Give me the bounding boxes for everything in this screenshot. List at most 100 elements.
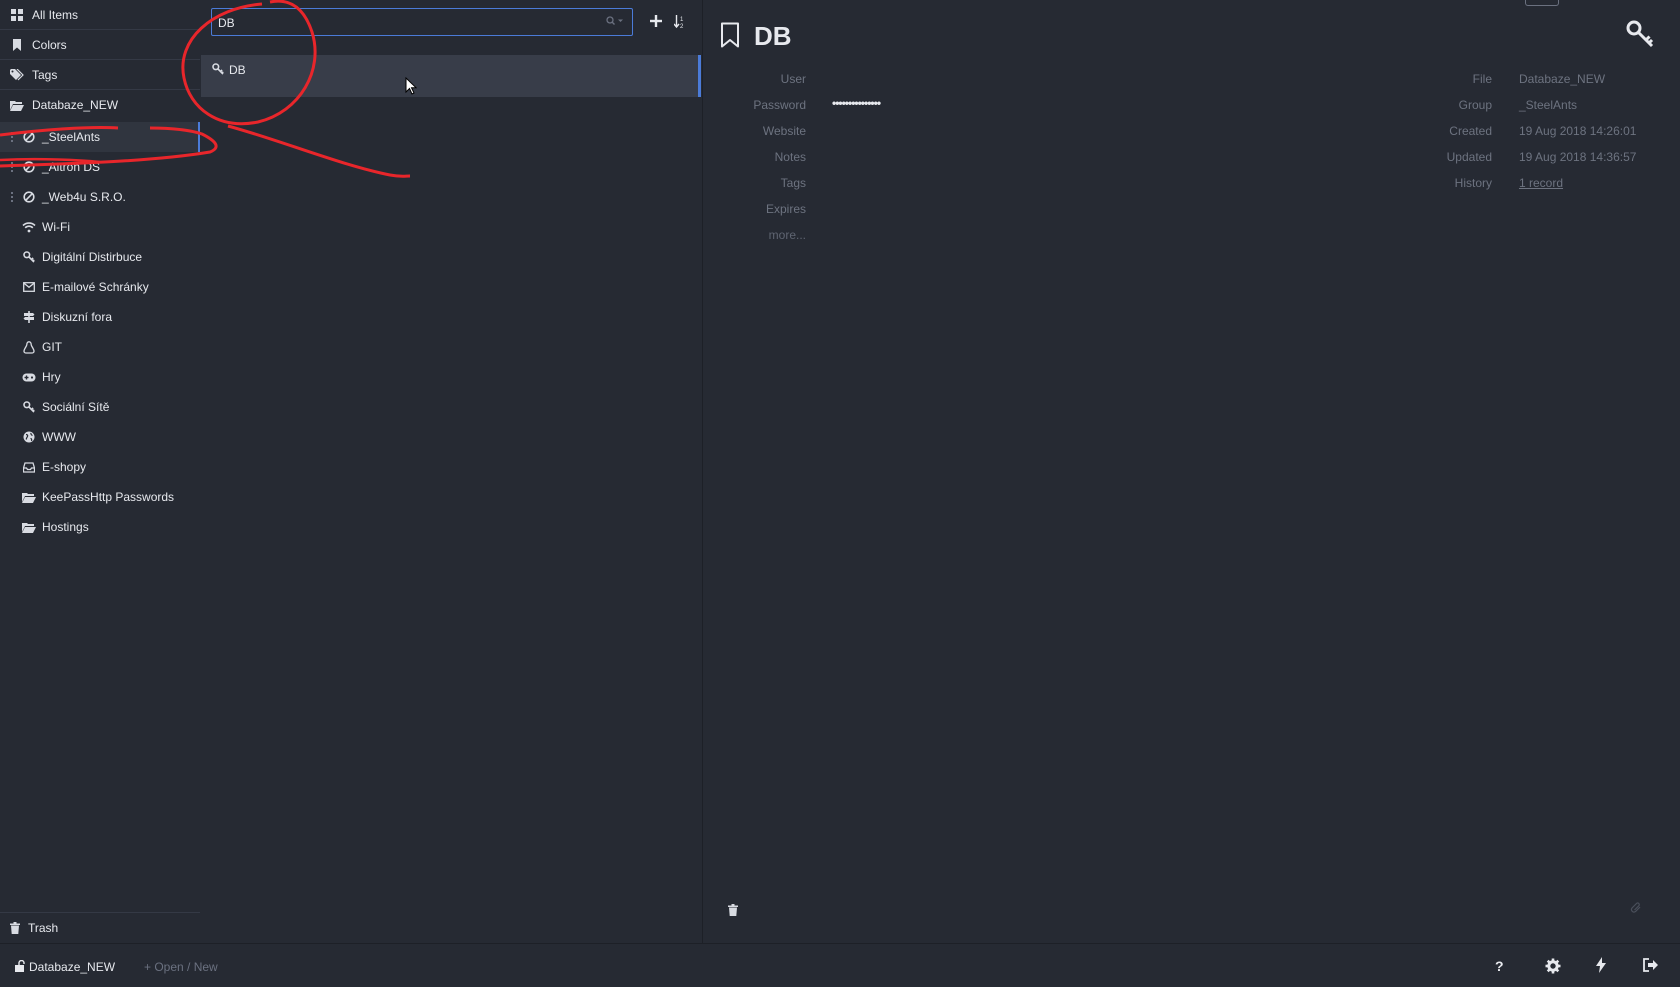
folder-open-icon [10,98,24,112]
unlock-icon [15,960,25,972]
sidebar-item-label: GIT [42,340,62,354]
signpost-icon [22,310,36,324]
more-fields-link[interactable]: more... [686,228,806,242]
sidebar-item-wifi[interactable]: Wi-Fi [0,212,200,242]
drag-handle-icon[interactable] [11,162,15,172]
bookmark-icon[interactable] [720,22,740,48]
key-icon[interactable] [1626,20,1654,48]
entry-list-panel [201,0,703,943]
field-history-link[interactable]: 1 record [1519,176,1563,190]
folder-open-icon [22,490,36,504]
field-password-value[interactable]: ••••••••••••••• [832,96,881,110]
plus-icon: + [144,960,155,974]
sidebar-item-all-items[interactable]: All Items [0,0,200,30]
mouse-cursor-icon [405,77,417,95]
sidebar-item-label: WWW [42,430,76,444]
sidebar-item-label: _Altron DS [42,160,101,174]
drag-handle-icon[interactable] [11,132,15,142]
delete-entry-button[interactable] [728,904,738,916]
sidebar-item-e-shopy[interactable]: E-shopy [0,452,200,482]
sidebar-item-hostings[interactable]: Hostings [0,512,200,542]
sidebar-item-label: _Web4u S.R.O. [42,190,126,204]
field-file-label: File [1472,72,1492,86]
field-file-value: Databaze_NEW [1519,72,1606,86]
sidebar-item-socialni-site[interactable]: Sociální Sítě [0,392,200,422]
search-input-value: DB [218,16,235,30]
sidebar-item-emailove-schranky[interactable]: E-mailové Schránky [0,272,200,302]
add-entry-button[interactable] [650,15,662,27]
ban-icon [22,130,36,144]
field-expires-label: Expires [765,202,806,216]
field-password-label: Password [753,98,806,112]
attachment-icon[interactable] [1630,902,1642,914]
sidebar-item-label: E-mailové Schránky [42,280,149,294]
sidebar-item-tags[interactable]: Tags [0,60,200,90]
sidebar-item-label: Diskuzní fora [42,310,113,324]
sidebar-item-digitalni-distirbuce[interactable]: Digitální Distirbuce [0,242,200,272]
envelope-icon [22,280,36,294]
field-group-value[interactable]: _SteelAnts [1519,98,1577,112]
entry-title[interactable]: DB [754,21,792,52]
sign-out-icon[interactable] [1643,958,1659,972]
sidebar-item-label: All Items [32,7,79,22]
sort-button[interactable]: 12 [674,15,686,29]
sidebar-item-label: Hostings [42,520,89,534]
bookmark-icon [10,38,24,52]
search-input[interactable]: DB [211,8,633,36]
help-icon[interactable]: ? [1495,958,1504,974]
sidebar-item-www[interactable]: WWW [0,422,200,452]
ban-icon [22,160,36,174]
drag-handle-icon[interactable] [11,192,15,202]
list-item-title: DB [229,63,246,77]
sidebar-item-hry[interactable]: Hry [0,362,200,392]
sidebar-item-keepasshttp[interactable]: KeePassHttp Passwords [0,482,200,512]
sidebar-item-trash[interactable]: Trash [0,912,200,943]
sidebar-item-label: Hry [42,370,61,384]
sidebar-item-colors[interactable]: Colors [0,30,200,60]
lightning-icon[interactable] [1596,957,1606,973]
sidebar-item-label: Sociální Sítě [42,400,110,414]
sidebar-item-diskuzni-fora[interactable]: Diskuzní fora [0,302,200,332]
gear-icon[interactable] [1545,958,1561,974]
sidebar-item-steelants[interactable]: _SteelAnts [0,122,200,152]
list-item[interactable]: DB [201,55,701,97]
field-created-label: Created [1449,124,1492,138]
grid-icon [10,8,24,22]
sidebar-item-altron-ds[interactable]: _Altron DS [0,152,200,182]
footer-db-name[interactable]: Databaze_NEW [29,960,115,974]
sidebar-item-label: Trash [28,921,59,935]
key-icon [22,250,36,264]
gamepad-icon [22,370,36,384]
field-tags-label: Tags [780,176,806,190]
field-updated-label: Updated [1446,150,1492,164]
wifi-icon [22,220,36,234]
sidebar-item-label: _SteelAnts [42,130,101,144]
sidebar-item-label: Tags [32,67,58,82]
field-website-label: Website [762,124,806,138]
tags-icon [10,68,24,82]
linux-icon [22,340,36,354]
window-grip[interactable] [1525,0,1559,6]
sidebar-item-label: Databaze_NEW [32,98,119,112]
sidebar-item-label: Colors [32,37,67,52]
sidebar-item-web4u[interactable]: _Web4u S.R.O. [0,182,200,212]
search-options-icon[interactable] [606,16,624,26]
inbox-icon [22,460,36,474]
globe-icon [22,430,36,444]
open-new-button[interactable]: + Open / New [144,960,218,974]
key-icon [22,400,36,414]
trash-icon [10,922,20,934]
folder-open-icon [22,520,36,534]
field-updated-value: 19 Aug 2018 14:36:57 [1519,150,1637,164]
sidebar-item-databaze-new[interactable]: Databaze_NEW [0,90,200,120]
field-group-label: Group [1458,98,1492,112]
footer-bar: Databaze_NEW + Open / New ? [0,943,1680,987]
field-user-label: User [780,72,806,86]
field-notes-label: Notes [774,150,806,164]
ban-icon [22,190,36,204]
sidebar-item-label: E-shopy [42,460,87,474]
sidebar-item-label: Wi-Fi [42,220,70,234]
key-icon [212,63,224,75]
sidebar-item-label: Digitální Distirbuce [42,250,143,264]
sidebar-item-git[interactable]: GIT [0,332,200,362]
